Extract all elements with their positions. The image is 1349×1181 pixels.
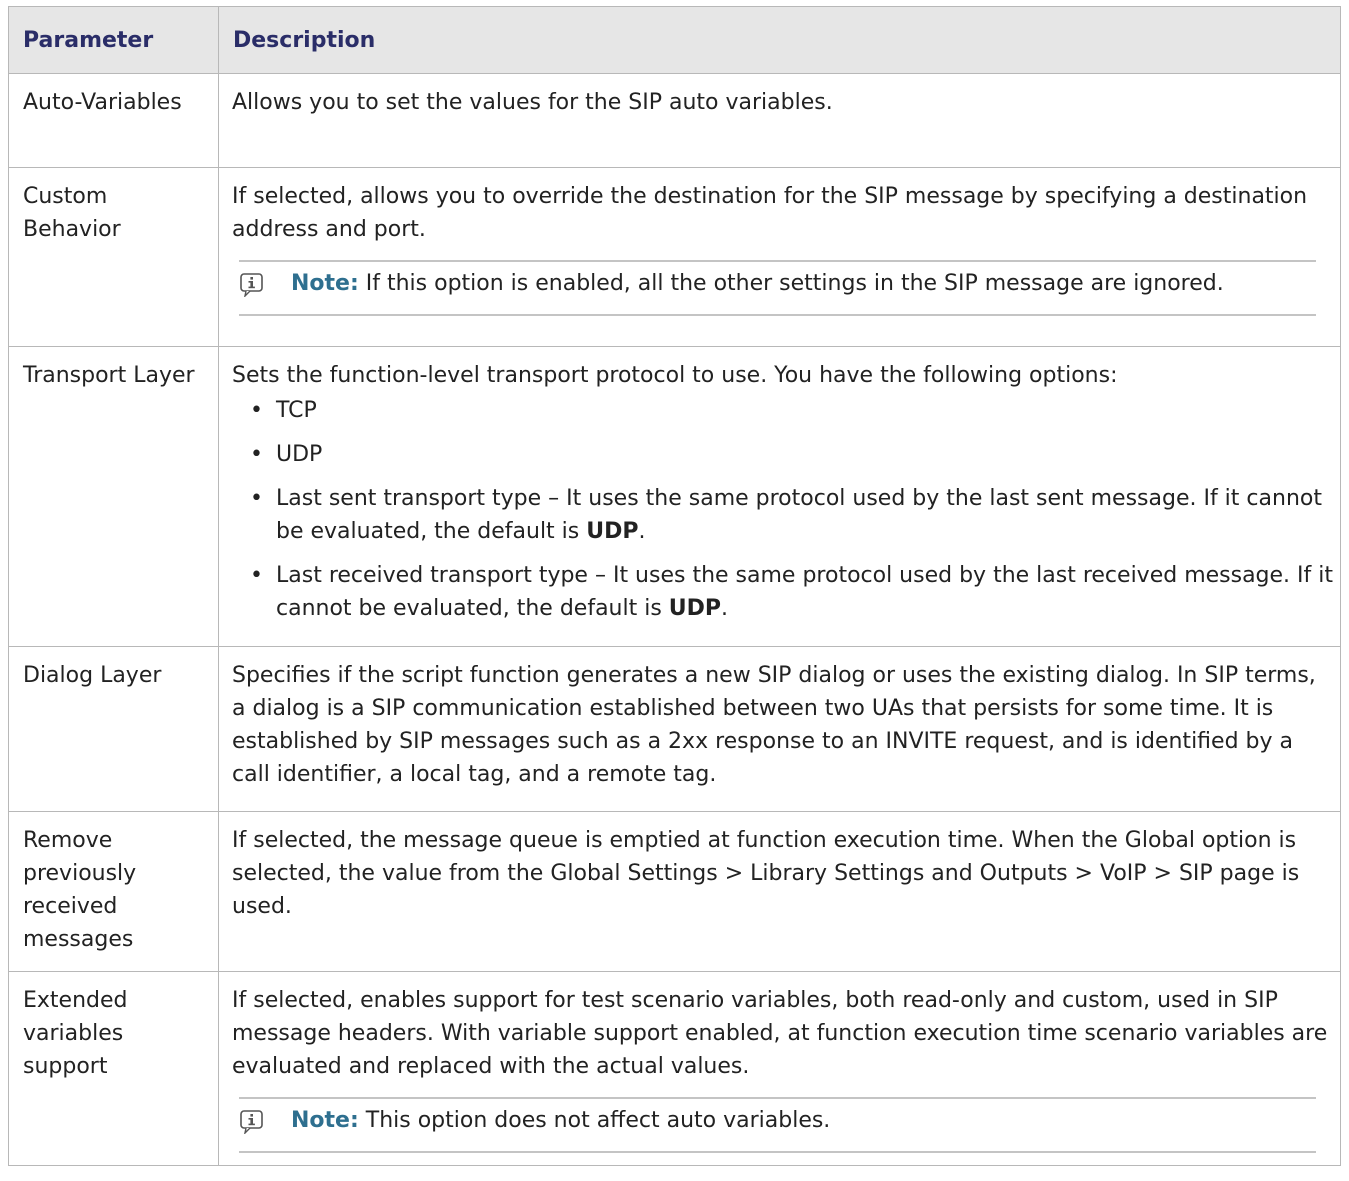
note-content: Note: This option does not affect auto v… [291, 1104, 1316, 1144]
note-label: Note: [291, 271, 359, 296]
param-cell: Dialog Layer [8, 646, 219, 812]
option-bold: UDP [668, 596, 722, 621]
option-text: UDP [276, 442, 323, 467]
option-tail: . [638, 519, 646, 544]
table-row: Transport Layer Sets the function-level … [8, 346, 1341, 647]
table-row: Remove previously received messages If s… [8, 811, 1341, 972]
desc-text: Sets the function-level transport protoc… [232, 363, 1118, 388]
header-parameter: Parameter [8, 6, 219, 74]
desc-cell: If selected, enables support for test sc… [218, 971, 1341, 1166]
param-cell: Transport Layer [8, 346, 219, 647]
options-list: • TCP • UDP • Last sent transport type – It… [232, 394, 1334, 625]
list-item: • Last received transport type – It uses … [250, 563, 1334, 621]
desc-cell: If selected, the message queue is emptie… [218, 811, 1341, 972]
param-cell: Extended variables support [8, 971, 219, 1166]
info-icon [239, 267, 291, 307]
table-row: Extended variables support If selected, … [8, 971, 1341, 1166]
desc-cell: If selected, allows you to override the … [218, 167, 1341, 347]
note-text: If this option is enabled, all the other… [358, 271, 1224, 296]
note-box: Note: If this option is enabled, all the… [239, 260, 1316, 316]
option-text: Last received transport type – It uses t… [276, 563, 1334, 621]
table-row: Custom Behavior If selected, allows you … [8, 167, 1341, 347]
desc-text: Specifies if the script function generat… [232, 663, 1316, 787]
list-item: • Last sent transport type – It uses the … [250, 486, 1322, 544]
option-text: TCP [276, 398, 317, 423]
param-cell: Custom Behavior [8, 167, 219, 347]
table-row: Dialog Layer Specifies if the script fun… [8, 646, 1341, 812]
parameter-table: Parameter Description Auto-Variables All… [8, 6, 1341, 1166]
desc-text: Allows you to set the values for the SIP… [232, 90, 833, 115]
list-item: • TCP [250, 398, 317, 423]
desc-text: If selected, enables support for test sc… [232, 988, 1328, 1079]
note-box: Note: This option does not affect auto v… [239, 1097, 1316, 1153]
note-text: This option does not affect auto variabl… [358, 1108, 831, 1133]
desc-text: If selected, allows you to override the … [232, 184, 1308, 242]
note-content: Note: If this option is enabled, all the… [291, 267, 1316, 307]
desc-cell: Allows you to set the values for the SIP… [218, 73, 1341, 168]
note-label: Note: [291, 1108, 359, 1133]
table-row: Auto-Variables Allows you to set the val… [8, 73, 1341, 168]
header-description: Description [218, 6, 1341, 74]
option-text: Last sent transport type – It uses the s… [276, 486, 1322, 544]
desc-text: If selected, the message queue is emptie… [232, 828, 1300, 919]
list-item: • UDP [250, 442, 323, 467]
param-cell: Auto-Variables [8, 73, 219, 168]
option-bold: UDP [586, 519, 639, 544]
option-tail: . [721, 596, 729, 621]
table-header-row: Parameter Description [8, 6, 1341, 74]
info-icon [239, 1104, 291, 1144]
desc-cell: Sets the function-level transport protoc… [218, 346, 1341, 647]
desc-cell: Specifies if the script function generat… [218, 646, 1341, 812]
param-cell: Remove previously received messages [8, 811, 219, 972]
